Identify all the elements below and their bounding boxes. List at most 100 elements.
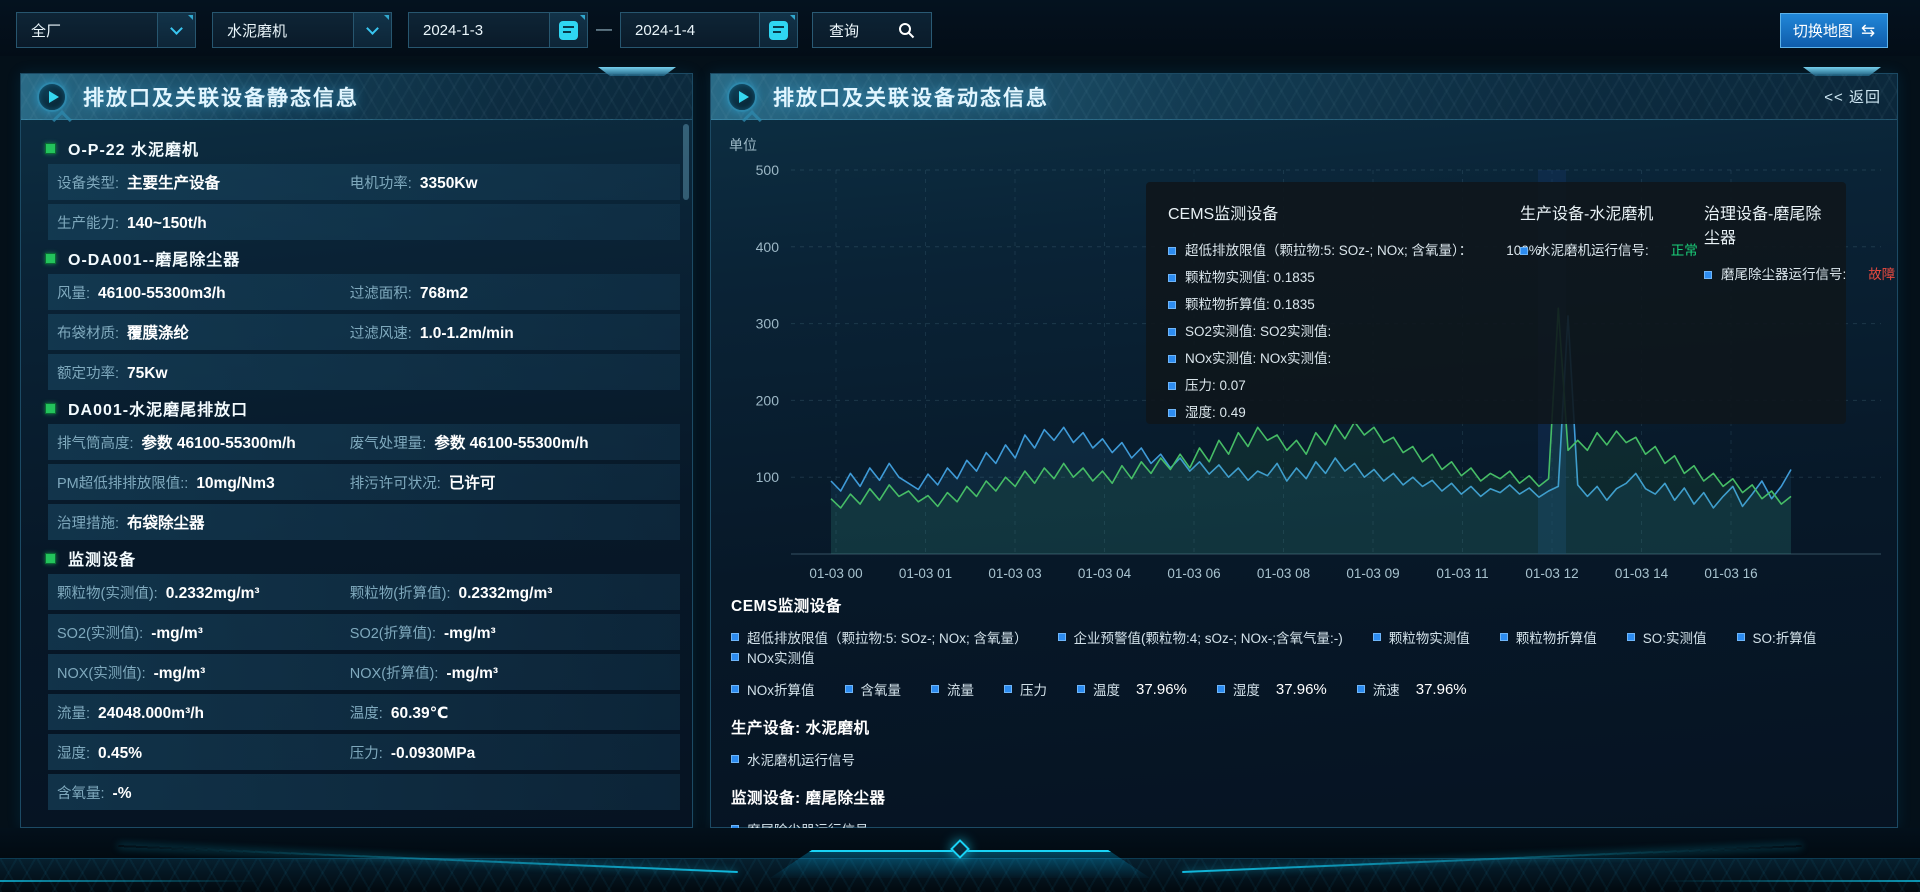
static-info-panel: 排放口及关联设备静态信息 O-P-22 水泥磨机设备类型:主要生产设备电机功率:… [20,73,693,828]
end-date-input[interactable]: 2024-1-4 [620,12,798,48]
info-label: 布袋材质: [57,322,119,343]
tooltip-treatment-column: 治理设备-磨尾除尘器 磨尾除尘器运行信号: 故障 [1704,200,1824,406]
device-select-chevron-box[interactable] [353,13,391,47]
y-axis-tick: 500 [756,162,780,178]
start-date-calendar-box[interactable] [549,13,587,47]
info-pair: SO2(折算值): -mg/m³ [350,622,496,643]
calendar-icon [559,21,578,40]
tooltip-item-label: NOx实测值: NOx实测值: [1185,345,1331,372]
legend-item-label: 流速 [1373,679,1400,699]
dynamic-info-title: 排放口及关联设备动态信息 [773,82,1049,112]
info-label: SO2(实测值): [57,622,143,643]
info-value: 75Kw [127,365,168,383]
section-header-label: DA001-水泥磨尾排放口 [68,396,248,420]
info-value: -mg/m³ [444,625,496,643]
legend-bullet-icon [1168,247,1176,255]
info-label: 风量: [57,282,90,303]
start-date-input[interactable]: 2024-1-3 [408,12,588,48]
legend-item[interactable]: 湿度37.96% [1217,679,1327,699]
info-value: 主要生产设备 [127,171,220,193]
legend-bullet-icon [1704,271,1712,279]
tooltip-item: 颗粒物折算值: 0.1835 [1168,291,1520,318]
tooltip-item-label: 湿度: 0.49 [1185,399,1246,426]
info-pair: 颗粒物(折算值): 0.2332mg/m³ [350,582,553,603]
legend-bullet-icon [731,633,739,641]
legend-bullet-icon [1168,382,1176,390]
info-label: 生产能力: [57,212,119,233]
legend-item[interactable]: 超低排放限值（颗拉物:5: SOz-; NOx; 含氧量） [731,627,1028,647]
plant-select[interactable]: 全厂 [16,12,196,48]
tooltip-item-label: 超低排放限值（颗拉物:5: SOz-; NOx; 含氧量）： [1185,237,1472,264]
legend-item[interactable]: 水泥磨机运行信号 [731,749,855,769]
legend-item[interactable]: 流量 [931,679,974,699]
info-label: 过滤面积: [350,282,412,303]
tooltip-item-label: 水泥磨机运行信号: [1537,237,1649,264]
info-label: 排污许可状况: [350,472,441,493]
info-pair: 电机功率:3350Kw [350,172,478,193]
end-date-value: 2024-1-4 [621,22,759,39]
legend-row: NOx折算值 含氧量 流量 压力 温度37.96% 湿度37.96% 流速37.96% [731,679,1881,699]
query-button[interactable]: 查询 [812,12,932,48]
scrollbar-thumb[interactable] [683,124,689,200]
back-link[interactable]: << 返回 [1824,86,1881,107]
device-select-value: 水泥磨机 [213,20,353,41]
legend-bullet-icon [1500,633,1508,641]
plant-select-value: 全厂 [17,20,157,41]
info-row: 颗粒物(实测值):0.2332mg/m³颗粒物(折算值): 0.2332mg/m³ [48,574,680,610]
date-range-separator: — [592,12,616,48]
info-value: 0.2332mg/m³ [458,585,552,603]
legend-item[interactable]: 温度37.96% [1077,679,1187,699]
legend-item[interactable]: SO:实测值 [1627,627,1707,647]
legend-item[interactable]: 压力 [1004,679,1047,699]
switch-map-button[interactable]: 切换地图 ⇆ [1780,13,1888,48]
legend-item[interactable]: 流速37.96% [1357,679,1467,699]
legend-item[interactable]: 颗粒物实测值 [1373,627,1470,647]
info-row: SO2(实测值):-mg/m³SO2(折算值): -mg/m³ [48,614,680,650]
legend-item[interactable]: 企业预警值(颗粒物:4; sOz-; NOx-;含氧气量:-) [1058,627,1343,647]
info-pair: SO2(实测值):-mg/m³ [57,622,350,643]
legend-bullet-icon [1373,633,1381,641]
legend-item[interactable]: NOx折算值 [731,679,815,699]
y-axis-tick: 200 [756,392,780,408]
info-label: 颗粒物(折算值): [350,582,451,603]
end-date-calendar-box[interactable] [759,13,797,47]
device-select[interactable]: 水泥磨机 [212,12,392,48]
section-bullet-icon [45,253,56,264]
legend-item[interactable]: 颗粒物折算值 [1500,627,1597,647]
search-icon [898,22,915,39]
legend-bullet-icon [1520,247,1528,255]
legend-item-label: NOx折算值 [747,679,815,699]
info-label: 湿度: [57,742,90,763]
plant-select-chevron-box[interactable] [157,13,195,47]
info-pair: 生产能力:140~150t/h [57,212,207,233]
info-row: 生产能力:140~150t/h [48,204,680,240]
info-pair: NOX(折算值): -mg/m³ [350,662,498,683]
info-pair: 颗粒物(实测值):0.2332mg/m³ [57,582,350,603]
x-axis-tick: 01-03 16 [1704,566,1757,581]
info-row: 设备类型: 主要生产设备 电机功率:3350Kw [48,164,680,200]
info-label: 治理措施: [57,512,119,533]
legend-item[interactable]: SO:折算值 [1737,627,1817,647]
legend-item[interactable]: 含氧量 [845,679,902,699]
info-value: -mg/m³ [446,665,498,683]
info-row: 风量:46100-55300m3/h过滤面积:768m2 [48,274,680,310]
x-axis-tick: 01-03 03 [988,566,1041,581]
legend-item-label: 湿度 [1233,679,1260,699]
legend-bullet-icon [731,653,739,661]
x-axis-tick: 01-03 14 [1615,566,1669,581]
dynamic-info-panel: 排放口及关联设备动态信息 << 返回 100200300400500单位01-0… [710,73,1898,828]
legend-item-label: 流量 [947,679,974,699]
info-value: -0.0930MPa [391,745,475,763]
info-value: 46100-55300m3/h [98,285,226,303]
legend-item[interactable]: NOx实测值 [731,647,815,667]
x-axis-tick: 01-03 09 [1346,566,1399,581]
switch-map-label: 切换地图 [1793,20,1853,41]
info-label: 设备类型: [57,172,119,193]
info-label: NOX(折算值): [350,662,439,683]
legend-bullet-icon [931,685,939,693]
x-axis-tick: 01-03 11 [1436,566,1488,581]
info-label: SO2(折算值): [350,622,436,643]
info-label: 流量: [57,702,90,723]
tooltip-item: 湿度: 0.49 [1168,399,1520,426]
section-header: O-P-22 水泥磨机 [45,134,680,162]
